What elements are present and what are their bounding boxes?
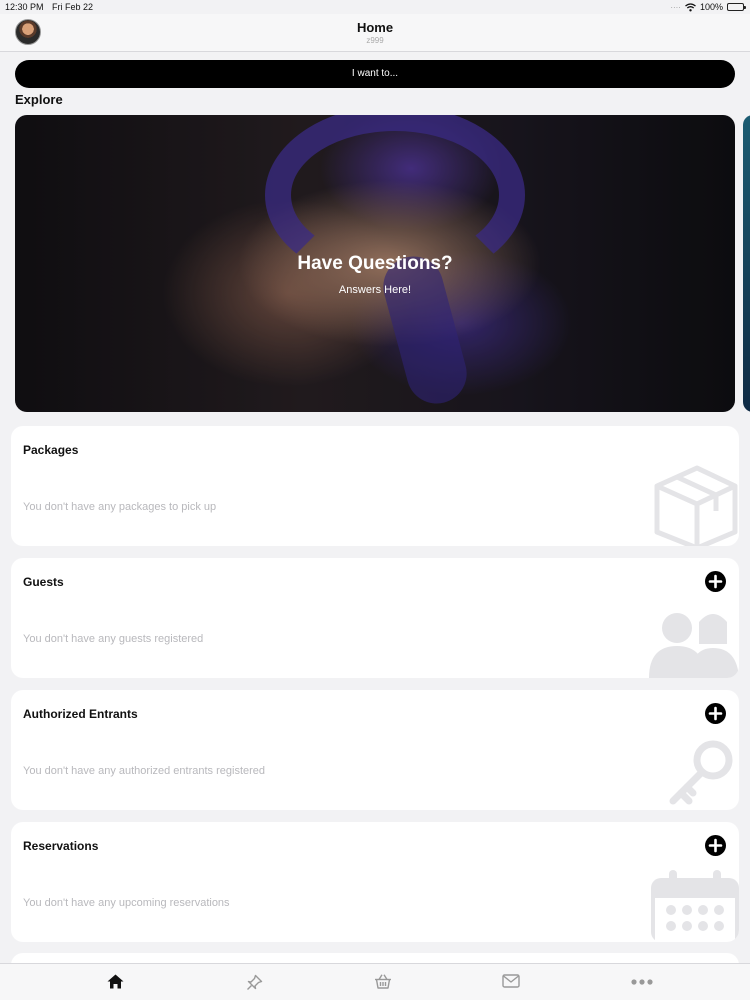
tab-more[interactable] (627, 974, 657, 994)
card-title: Guests (23, 575, 64, 589)
people-icon (649, 613, 739, 678)
key-icon (669, 740, 733, 805)
tab-bar (0, 963, 750, 1000)
empty-message: You don't have any guests registered (23, 633, 204, 645)
add-entrant-button[interactable] (705, 703, 726, 724)
card-title: Authorized Entrants (23, 707, 138, 721)
battery-icon (727, 3, 746, 11)
explore-banner-card[interactable]: Have Questions? Answers Here! (15, 115, 735, 412)
plus-icon (708, 574, 723, 589)
add-reservation-button[interactable] (705, 835, 726, 856)
i-want-to-button[interactable]: I want to... (15, 60, 735, 88)
banner-subtitle: Answers Here! (338, 284, 412, 296)
calendar-icon (651, 870, 739, 942)
banner-title: Have Questions? (297, 253, 453, 274)
authorized-entrants-card[interactable]: Authorized Entrants You don't have any a… (11, 690, 739, 810)
status-date: Fri Feb 22 (52, 2, 94, 12)
status-time: 12:30 PM (5, 2, 44, 12)
tab-pin[interactable] (239, 974, 269, 994)
next-explore-card[interactable] (743, 115, 750, 412)
empty-message: You don't have any authorized entrants r… (23, 765, 266, 777)
reservations-card[interactable]: Reservations You don't have any upcoming… (11, 822, 739, 942)
explore-heading: Explore (15, 92, 63, 107)
card-title: Reservations (23, 839, 99, 853)
tab-mail[interactable] (496, 974, 526, 994)
home-icon (107, 974, 123, 989)
navigation-bar: Home z999 (0, 14, 750, 52)
empty-message: You don't have any packages to pick up (23, 501, 217, 513)
wifi-icon (685, 2, 696, 11)
page-title: Home (356, 20, 394, 35)
empty-message: You don't have any upcoming reservations (23, 897, 230, 909)
add-guest-button[interactable] (705, 571, 726, 592)
plus-icon (708, 838, 723, 853)
card-title: Packages (23, 443, 79, 457)
plus-icon (708, 706, 723, 721)
battery-percent: 100% (699, 2, 723, 12)
basket-icon (375, 974, 391, 989)
more-icon (631, 979, 653, 985)
page-subtitle: z999 (366, 36, 384, 45)
packages-card[interactable]: Packages You don't have any packages to … (11, 426, 739, 546)
tab-home[interactable] (100, 974, 130, 994)
mail-icon (502, 974, 520, 988)
status-right: ···· 100% (670, 2, 746, 12)
guests-card[interactable]: Guests You don't have any guests registe… (11, 558, 739, 678)
pin-icon (246, 974, 262, 990)
tab-basket[interactable] (368, 974, 398, 994)
cellular-icon: ···· (670, 2, 681, 12)
package-box-icon (654, 465, 738, 546)
